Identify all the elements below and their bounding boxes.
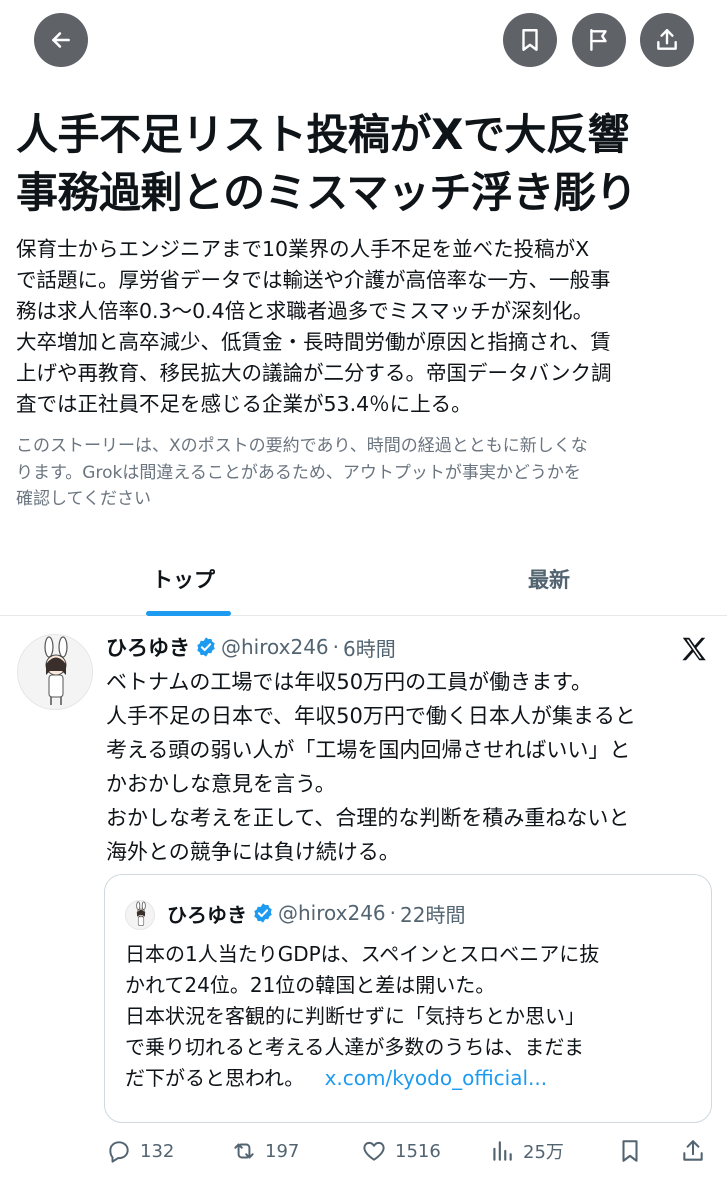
avatar-illustration	[126, 901, 154, 929]
tweet-card[interactable]: ひろゆき @hirox246 · 6時間 ベトナムの工場では年収50万円の工員が…	[0, 617, 727, 1200]
views-button[interactable]: 25万	[489, 1138, 564, 1164]
summary-line: で話題に。厚労省データでは輸送や介護が高倍率な一方、一般事	[16, 268, 611, 292]
share-icon	[657, 29, 677, 50]
story-summary: 保育士からエンジニアまで10業界の人手不足を並べた投稿がX で話題に。厚労省デー…	[16, 234, 721, 420]
quoted-line: 日本の1人当たりGDPは、スペインとスロベニアに抜	[125, 942, 600, 966]
quoted-line-text: だ下がると思われ。	[125, 1066, 305, 1090]
feed-tabs: トップ 最新	[0, 552, 727, 616]
flag-icon	[590, 29, 607, 51]
disclaimer-line: このストーリーは、Xのポストの要約であり、時間の経過とともに新しくな	[16, 436, 588, 456]
tweet-action-bar: 132 197 1516 25万	[0, 1132, 727, 1172]
headline-line: 事務過剰とのミスマッチ浮き彫り	[16, 168, 637, 217]
tweet-share-button[interactable]	[680, 1138, 706, 1164]
tweet-time[interactable]: 6時間	[343, 633, 396, 662]
avatar[interactable]	[17, 634, 93, 710]
tweet-line: 海外との競争には負け続ける。	[106, 840, 400, 864]
avatar-illustration	[18, 635, 92, 709]
disclaimer-line: 確認してください	[16, 489, 151, 509]
tweet-author-row: ひろゆき @hirox246 · 6時間	[106, 631, 396, 663]
tab-top[interactable]: トップ	[152, 564, 215, 594]
tweet-line: おかしな考えを正して、合理的な判断を積み重ねないと	[106, 806, 630, 830]
tab-latest[interactable]: 最新	[528, 564, 570, 594]
heart-icon	[363, 1141, 385, 1161]
headline-line: 人手不足リスト投稿がXで大反響	[16, 110, 629, 159]
quoted-line: で乗り切れると考える人達が多数のうちは、まだま	[125, 1035, 584, 1059]
reply-button[interactable]: 132	[106, 1138, 174, 1164]
top-bar	[0, 0, 727, 90]
summary-line: 務は求人倍率0.3～0.4倍と求職者過多でミスマッチが深刻化。	[16, 299, 594, 323]
quoted-tweet-time: 22時間	[400, 902, 466, 927]
view-count: 25万	[523, 1142, 564, 1163]
summary-line: 大卒増加と高卒減少、低賃金・長時間労働が原因と指摘され、賃	[16, 330, 611, 354]
tweet-line: 人手不足の日本で、年収50万円で働く日本人が集まると	[106, 704, 636, 728]
verified-badge-icon	[254, 903, 272, 923]
x-logo-icon	[682, 637, 706, 661]
quoted-tweet[interactable]: ひろゆき @hirox246 · 22時間 日本の1人当たりGDPは、スペインと…	[104, 874, 712, 1123]
quoted-line-last: だ下がると思われ。 x.com/kyodo_official...	[125, 1063, 705, 1094]
author-name[interactable]: ひろゆき	[106, 632, 190, 662]
quoted-author-row: ひろゆき @hirox246 · 22時間	[167, 897, 465, 929]
share-button[interactable]	[640, 13, 694, 67]
summary-line: 査では正社員不足を感じる企業が53.4％に上る。	[16, 392, 472, 416]
repost-icon	[234, 1143, 254, 1159]
tweet-line: 考える頭の弱い人が「工場を国内回帰させればいい」と	[106, 738, 631, 762]
tweet-text: ベトナムの工場では年収50万円の工員が働きます。 人手不足の日本で、年収50万円…	[106, 665, 716, 869]
back-button[interactable]	[34, 13, 88, 67]
arrow-left-icon	[52, 32, 70, 48]
grok-disclaimer: このストーリーは、Xのポストの要約であり、時間の経過とともに新しくな ります。G…	[16, 433, 721, 513]
separator: ·	[332, 635, 340, 659]
summary-line: 保育士からエンジニアまで10業界の人手不足を並べた投稿がX	[16, 237, 590, 261]
reply-icon	[109, 1141, 129, 1163]
like-count: 1516	[395, 1140, 441, 1162]
quoted-author-handle: @hirox246	[278, 901, 386, 925]
analytics-icon	[493, 1141, 512, 1161]
author-handle[interactable]: @hirox246	[221, 635, 329, 659]
story-headline: 人手不足リスト投稿がXで大反響 事務過剰とのミスマッチ浮き彫り	[16, 106, 716, 222]
quoted-line: 日本状況を客観的に判断せずに「気持ちとか思い」	[125, 1004, 585, 1028]
reply-count: 132	[140, 1140, 175, 1162]
quoted-line: かれて24位。21位の韓国と差は開いた。	[125, 973, 496, 997]
tweet-line: かおかしな意見を言う。	[106, 772, 336, 796]
tweet-line: ベトナムの工場では年収50万円の工員が働きます。	[106, 670, 592, 694]
quoted-tweet-text: 日本の1人当たりGDPは、スペインとスロベニアに抜 かれて24位。21位の韓国と…	[125, 939, 705, 1094]
separator: ·	[389, 901, 397, 925]
quoted-link[interactable]: x.com/kyodo_official...	[325, 1066, 548, 1090]
quoted-author-name: ひろゆき	[167, 902, 247, 927]
verified-badge-icon	[197, 637, 215, 657]
quoted-avatar[interactable]	[125, 900, 155, 930]
bookmark-icon	[622, 1140, 638, 1162]
share-icon	[683, 1140, 703, 1161]
repost-button[interactable]: 197	[231, 1138, 299, 1164]
report-button[interactable]	[572, 13, 626, 67]
tweet-bookmark-button[interactable]	[617, 1138, 643, 1164]
like-button[interactable]: 1516	[361, 1138, 441, 1164]
bookmark-button[interactable]	[503, 13, 557, 67]
disclaimer-line: ります。Grokは間違えることがあるため、アウトプットが事実かどうかを	[16, 462, 581, 483]
bookmark-icon	[522, 29, 538, 51]
active-tab-indicator	[146, 611, 231, 616]
summary-line: 上げや再教育、移民拡大の議論が二分する。帝国データバンク調	[16, 361, 612, 385]
repost-count: 197	[265, 1140, 300, 1162]
